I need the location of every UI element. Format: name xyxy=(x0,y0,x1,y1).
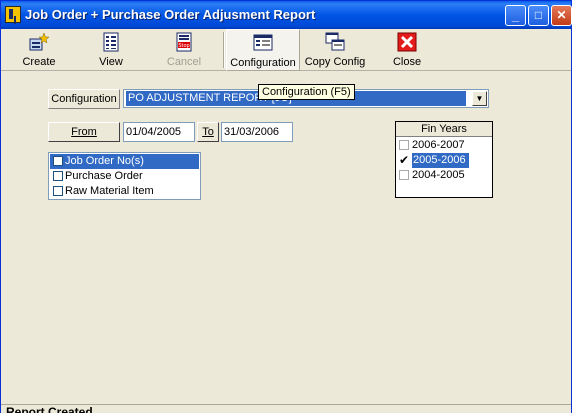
minimize-button[interactable]: _ xyxy=(505,5,526,26)
configuration-field-label: Configuration xyxy=(48,89,120,109)
fin-year-item[interactable]: 2006-2007 xyxy=(396,138,492,153)
close-label: Close xyxy=(392,56,422,68)
to-label: To xyxy=(202,126,214,138)
fin-year-item-selected[interactable]: ✔ 2005-2006 xyxy=(396,153,492,168)
fin-year-item[interactable]: 2004-2005 xyxy=(396,168,492,183)
filter-item-raw-material[interactable]: Raw Material Item xyxy=(50,184,199,199)
job-order-checkbox[interactable] xyxy=(53,156,63,166)
status-bar: Report Created xyxy=(1,404,571,413)
filter-item-job-order[interactable]: Job Order No(s) xyxy=(50,154,199,169)
close-window-button[interactable]: ✕ xyxy=(551,5,572,26)
svg-text:Stop: Stop xyxy=(178,43,189,49)
fin-year-label: 2005-2006 xyxy=(412,153,469,168)
cancel-label: Cancel xyxy=(166,56,202,68)
fin-year-checkbox[interactable] xyxy=(399,170,409,180)
from-label: From xyxy=(71,126,97,138)
purchase-order-checkbox[interactable] xyxy=(53,171,63,181)
fin-year-label: 2006-2007 xyxy=(412,139,465,151)
configuration-label: Configuration xyxy=(230,57,296,69)
create-icon xyxy=(29,32,49,51)
close-button[interactable]: Close xyxy=(382,29,432,71)
configuration-button[interactable]: Configuration xyxy=(226,29,300,71)
configuration-icon xyxy=(253,34,273,51)
report-window: Job Order + Purchase Order Adjusment Rep… xyxy=(0,0,572,413)
app-icon[interactable] xyxy=(5,6,21,23)
close-x-icon xyxy=(397,32,417,52)
filter-label: Raw Material Item xyxy=(65,185,154,197)
dropdown-arrow-icon[interactable]: ▼ xyxy=(472,91,487,106)
copy-config-icon xyxy=(325,32,345,51)
fin-years-header: Fin Years xyxy=(396,122,492,137)
maximize-button[interactable]: □ xyxy=(528,5,549,26)
fin-year-checkbox[interactable] xyxy=(399,140,409,150)
raw-material-checkbox[interactable] xyxy=(53,186,63,196)
configuration-tooltip: Configuration (F5) xyxy=(258,84,355,100)
view-icon xyxy=(103,32,119,52)
cancel-stop-icon: Stop xyxy=(176,32,192,52)
copy-config-button[interactable]: Copy Config xyxy=(303,29,367,71)
create-button[interactable]: Create xyxy=(11,29,67,71)
fin-years-list: Fin Years 2006-2007 ✔ 2005-2006 2004-200… xyxy=(395,121,493,198)
filter-label: Purchase Order xyxy=(65,170,143,182)
to-date-button[interactable]: To xyxy=(197,122,219,142)
create-label: Create xyxy=(22,56,56,68)
to-date-input[interactable]: 31/03/2006 xyxy=(221,122,293,142)
toolbar: Create View Stop Cancel Configuration Co… xyxy=(1,29,571,71)
view-label: View xyxy=(99,56,123,68)
from-date-input[interactable]: 01/04/2005 xyxy=(123,122,195,142)
filter-label: Job Order No(s) xyxy=(65,155,144,167)
filter-checklist: Job Order No(s) Purchase Order Raw Mater… xyxy=(48,152,201,200)
from-date-button[interactable]: From xyxy=(48,122,120,142)
filter-item-purchase-order[interactable]: Purchase Order xyxy=(50,169,199,184)
window-title: Job Order + Purchase Order Adjusment Rep… xyxy=(25,7,316,22)
title-bar[interactable]: Job Order + Purchase Order Adjusment Rep… xyxy=(1,1,572,29)
toolbar-separator xyxy=(223,32,225,68)
cancel-button[interactable]: Stop Cancel xyxy=(156,29,212,71)
checkmark-icon[interactable]: ✔ xyxy=(399,154,409,166)
fin-year-label: 2004-2005 xyxy=(412,169,465,181)
copy-config-label: Copy Config xyxy=(304,56,366,68)
status-text: Report Created xyxy=(6,405,93,413)
view-button[interactable]: View xyxy=(85,29,137,71)
